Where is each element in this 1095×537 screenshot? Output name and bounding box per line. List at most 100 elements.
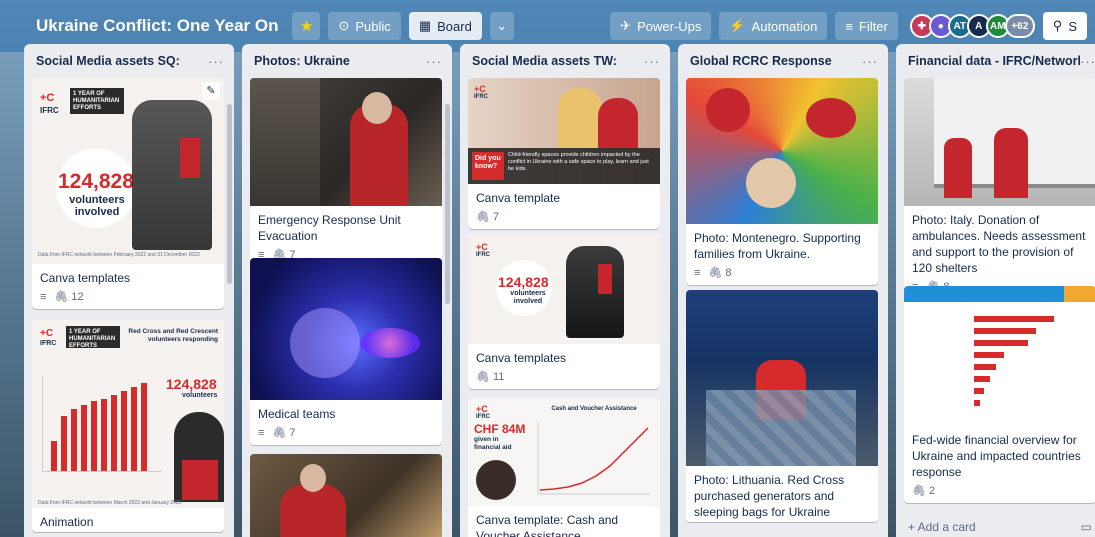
stat-caption: volunteers involved — [510, 290, 546, 305]
template-icon[interactable]: ▭ — [1081, 520, 1092, 534]
brand-label: IFRC — [476, 252, 490, 258]
card-badges: 🖇 7 — [468, 208, 660, 229]
add-card-label: + Add a card — [908, 520, 976, 534]
card[interactable]: +C IFRC Did you know? Child-friendly spa… — [468, 78, 660, 229]
list-title[interactable]: Photos: Ukraine — [254, 54, 350, 68]
card[interactable]: +C IFRC 1 YEAR OF HUMANITARIAN EFFORTS R… — [32, 320, 224, 532]
card-cover-image — [904, 78, 1095, 206]
source-note: Data from IFRC network between March 202… — [38, 500, 182, 506]
rocket-icon: ✈ — [620, 18, 632, 33]
view-label: Board — [437, 18, 472, 34]
stat-caption: volunteers involved — [69, 194, 125, 218]
ifrc-logo: +C — [476, 242, 488, 252]
headline-badge: 1 YEAR OF HUMANITARIAN EFFORTS — [70, 88, 124, 114]
header-band-accent — [1064, 286, 1095, 302]
card-cover-image — [686, 78, 878, 224]
red-vest — [598, 264, 612, 294]
card-cover-image — [686, 290, 878, 466]
powerups-button[interactable]: ✈ Power-Ups — [610, 12, 712, 40]
list-title[interactable]: Financial data - IFRC/Network — [908, 54, 1080, 68]
member-avatars[interactable]: ✚ ● AT A AM +62 — [909, 14, 1035, 38]
infant-figure — [290, 308, 360, 378]
card-cover-image: +C IFRC CHF 84M given in financial aid C… — [468, 398, 660, 506]
stat-number: 124,828 — [166, 376, 217, 392]
chevron-down-icon: ⌄ — [496, 18, 508, 33]
share-icon: ⚲ — [1052, 18, 1063, 33]
automation-button[interactable]: ⚡ Automation — [719, 12, 828, 40]
list-scrollbar[interactable] — [227, 104, 232, 284]
card[interactable]: Emergency Response Unit Evacuation ≡ 🖇 7 — [250, 78, 442, 267]
card-cover-image: +C IFRC 1 YEAR OF HUMANITARIAN EFFORTS R… — [32, 320, 224, 508]
filter-icon: ≡ — [845, 18, 853, 34]
card-badges: ≡ 🖇 12 — [32, 288, 224, 309]
card-title: Fed-wide financial overview for Ukraine … — [912, 433, 1081, 479]
card-badges: 🖇 11 — [468, 368, 660, 389]
add-card-button[interactable]: + Add a card ▭ — [904, 514, 1095, 537]
did-you-know-tag: Did you know? — [472, 152, 504, 180]
paperclip-icon: 🖇 — [54, 291, 69, 303]
paperclip-icon: 🖇 — [708, 267, 723, 279]
more-icon[interactable]: ··· — [208, 54, 224, 69]
share-label: S — [1068, 18, 1077, 34]
board-title[interactable]: Ukraine Conflict: One Year On — [30, 12, 284, 40]
more-icon[interactable]: ··· — [1080, 54, 1095, 69]
card-badges: ≡ 🖇 7 — [250, 424, 442, 445]
more-icon[interactable]: ··· — [426, 54, 442, 69]
attachment-count: 12 — [71, 290, 84, 303]
bar — [974, 340, 1028, 346]
subtitle: Red Cross and Red Crescent volunteers re… — [128, 328, 218, 343]
view-switcher-board[interactable]: ▦ Board — [408, 12, 482, 40]
card[interactable]: +C IFRC CHF 84M given in financial aid C… — [468, 398, 660, 537]
filter-button[interactable]: ≡ Filter — [835, 12, 898, 40]
automation-label: Automation — [751, 18, 818, 34]
list-scrollbar[interactable] — [445, 104, 450, 304]
list-social-media-sq: Social Media assets SQ: ··· +C IFRC 1 YE… — [24, 44, 234, 537]
card[interactable]: Photo: Italy. Donation of ambulances. Ne… — [904, 78, 1095, 299]
stat-caption: given in financial aid — [474, 436, 512, 451]
list-header: Social Media assets TW: ··· — [460, 44, 670, 78]
card-cover-image — [250, 78, 442, 206]
more-icon[interactable]: ··· — [862, 54, 878, 69]
list-title[interactable]: Global RCRC Response — [690, 54, 832, 68]
description-icon: ≡ — [694, 266, 701, 279]
visibility-button[interactable]: ⊙ Public — [328, 12, 401, 40]
description-icon: ≡ — [40, 290, 47, 303]
card[interactable]: +C IFRC 1 YEAR OF HUMANITARIAN EFFORTS 1… — [32, 78, 224, 309]
card-title: Photo: Montenegro. Supporting families f… — [694, 231, 861, 261]
paperclip-icon: 🖇 — [476, 211, 490, 223]
paperclip-icon: 🖇 — [912, 485, 926, 497]
share-button[interactable]: ⚲ S — [1042, 12, 1087, 40]
star-button[interactable]: ★ — [292, 12, 321, 40]
visibility-label: Public — [355, 18, 391, 34]
list-header: Photos: Ukraine ··· — [242, 44, 452, 78]
card[interactable]: Medical teams ≡ 🖇 7 — [250, 258, 442, 445]
view-dropdown-button[interactable]: ⌄ — [489, 12, 514, 40]
ifrc-logo: +C — [474, 84, 486, 94]
attachment-badge: 🖇8 — [708, 266, 732, 280]
attachment-badge: 🖇 2 — [912, 484, 935, 498]
attachment-count: 8 — [725, 266, 732, 279]
brand-label: IFRC — [40, 106, 59, 115]
more-members-badge[interactable]: +62 — [1004, 14, 1035, 38]
attachment-badge: 🖇 12 — [54, 290, 84, 304]
more-icon[interactable]: ··· — [644, 54, 660, 69]
card-title: Canva templates — [40, 271, 131, 285]
stat-number: 124,828 — [498, 274, 549, 290]
list-global-rcrc-response: Global RCRC Response ··· Photo: Monteneg… — [678, 44, 888, 537]
volunteer-figure — [706, 88, 750, 132]
card[interactable] — [250, 454, 442, 537]
card[interactable]: Photo: Montenegro. Supporting families f… — [686, 78, 878, 285]
card[interactable]: Fed-wide financial overview for Ukraine … — [904, 286, 1095, 503]
brand-label: IFRC — [476, 414, 490, 420]
card[interactable]: +C IFRC 124,828 volunteers involved Canv… — [468, 234, 660, 389]
card[interactable]: Photo: Lithuania. Red Cross purchased ge… — [686, 290, 878, 522]
list-title[interactable]: Social Media assets TW: — [472, 54, 617, 68]
card-badges: ≡ 🖇8 — [686, 264, 878, 285]
board-icon: ▦ — [418, 18, 432, 33]
volunteer-figure — [806, 98, 856, 138]
card-cover-image: +C IFRC 1 YEAR OF HUMANITARIAN EFFORTS 1… — [32, 78, 224, 264]
list-title[interactable]: Social Media assets SQ: — [36, 54, 180, 68]
headline-badge: 1 YEAR OF HUMANITARIAN EFFORTS — [66, 326, 120, 349]
edit-pencil-icon[interactable]: ✎ — [202, 82, 220, 100]
card-cover-image: +C IFRC 124,828 volunteers involved — [468, 234, 660, 344]
